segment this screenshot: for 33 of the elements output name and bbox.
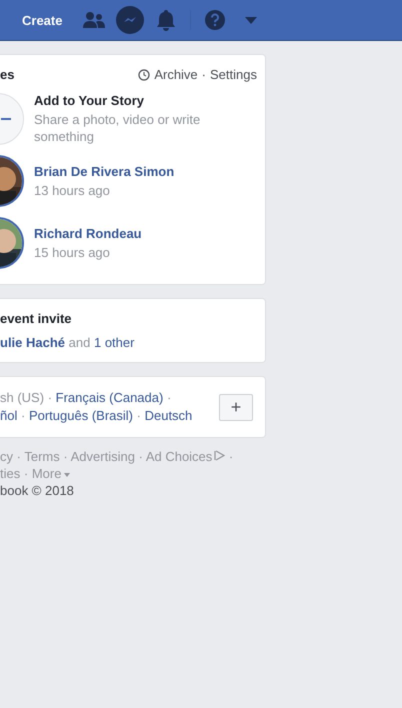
separator: · xyxy=(166,390,172,405)
others-link[interactable]: 1 other xyxy=(94,335,134,350)
create-link[interactable]: Create xyxy=(22,12,62,28)
separator: · xyxy=(24,466,28,481)
ad-choices-icon xyxy=(214,450,226,461)
add-language-button[interactable]: + xyxy=(219,394,253,420)
separator: · xyxy=(20,408,26,423)
person-link[interactable]: ulie Haché xyxy=(0,335,66,350)
archive-link[interactable]: Archive xyxy=(154,67,198,82)
language-link[interactable]: Português (Brasil) xyxy=(28,408,133,423)
separator: · xyxy=(138,449,143,464)
separator: · xyxy=(16,449,21,464)
story-name[interactable]: Add to Your Story xyxy=(34,93,224,108)
clock-icon xyxy=(138,68,150,80)
story-name[interactable]: Richard Rondeau xyxy=(34,226,224,240)
language-link[interactable]: Français (Canada) xyxy=(56,390,164,405)
story-detail: Share a photo, video or write something xyxy=(34,111,202,145)
card-title: es xyxy=(0,67,14,82)
language-link[interactable]: Deutsch xyxy=(144,408,192,423)
story-name[interactable]: Brian De Rivera Simon xyxy=(34,164,224,178)
copyright-text: book © 2018 xyxy=(0,483,74,498)
separator: · xyxy=(202,67,206,82)
separator: · xyxy=(228,449,234,464)
story-detail: 15 hours ago xyxy=(34,244,111,260)
story-detail: 13 hours ago xyxy=(34,182,111,198)
language-link[interactable]: ñol xyxy=(0,408,18,423)
separator: · xyxy=(48,390,52,405)
settings-link[interactable]: Settings xyxy=(210,67,257,82)
caret-icon xyxy=(64,472,70,477)
event-title: event invite xyxy=(0,311,73,326)
separator: · xyxy=(136,408,141,423)
separator: · xyxy=(63,449,68,464)
joiner-text: and xyxy=(68,335,90,350)
